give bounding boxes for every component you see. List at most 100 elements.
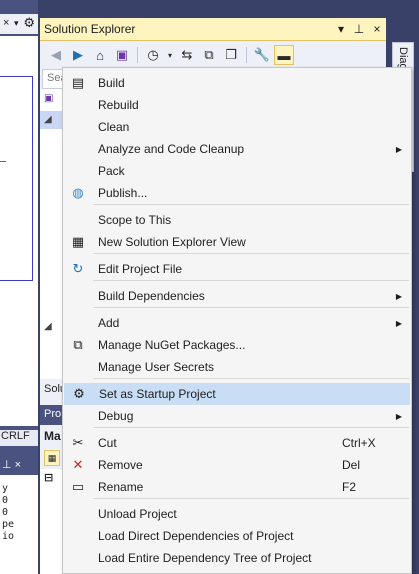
editor-marker (0, 161, 6, 162)
menu-item-load-direct-dependencies-of-project[interactable]: Load Direct Dependencies of Project (64, 525, 410, 547)
forward-icon[interactable]: ▶ (68, 45, 88, 65)
show-all-files-icon[interactable]: ❐ (221, 45, 241, 65)
window-position-icon[interactable]: ▾ (332, 22, 350, 36)
menu-separator (93, 498, 409, 499)
expand-arrow-icon[interactable]: ◢ (44, 321, 52, 332)
output-text: y 0 0 pe io (0, 475, 38, 574)
output-line: io (2, 531, 15, 542)
close-icon[interactable]: × (368, 22, 386, 36)
collapse-all-icon[interactable]: ⧉ (199, 45, 219, 65)
close-icon[interactable]: × (15, 459, 21, 471)
menu-item-build[interactable]: ▤ Build (64, 72, 410, 94)
pin-icon[interactable]: ⊥ (2, 459, 12, 471)
properties-wrench-icon[interactable]: 🔧 (252, 45, 272, 65)
nuget-icon: ⧉ (73, 337, 83, 352)
menu-item-shortcut: Del (342, 458, 361, 472)
home-icon[interactable]: ⌂ (90, 45, 110, 65)
editor-area (0, 36, 38, 426)
menu-item-add[interactable]: Add ▶ (64, 312, 410, 334)
pin-icon[interactable]: ⊥ (350, 22, 368, 36)
solution-explorer-title-bar: Solution Explorer ▾ ⊥ × (40, 18, 386, 41)
back-icon[interactable]: ◀ (46, 45, 66, 65)
dropdown-arrow-icon[interactable]: ▾ (165, 45, 175, 65)
switch-views-icon[interactable]: ▣ (112, 45, 132, 65)
editor-tab-strip: × ▾ ⚙ (0, 14, 38, 34)
solution-icon: ▣ (44, 93, 54, 104)
refresh-icon: ↻ (72, 261, 84, 276)
menu-item-analyze-and-code-cleanup[interactable]: Analyze and Code Cleanup ▶ (64, 138, 410, 160)
pending-changes-icon[interactable]: ◷ (143, 45, 163, 65)
gear-icon[interactable]: ⚙ (23, 15, 35, 31)
menu-item-manage-user-secrets[interactable]: Manage User Secrets (64, 356, 410, 378)
dropdown-arrow-icon[interactable]: ▾ (14, 18, 19, 29)
menu-separator (93, 253, 409, 254)
toolbar-separator (137, 47, 138, 63)
new-view-icon: ▦ (71, 234, 85, 249)
menu-item-manage-nuget-packages[interactable]: ⧉ Manage NuGet Packages... (64, 334, 410, 356)
menu-item-clean[interactable]: Clean (64, 116, 410, 138)
output-panel-header: ⊥ × (0, 455, 38, 475)
menu-item-unload-project[interactable]: Unload Project (64, 503, 410, 525)
menu-item-label: Build Dependencies (98, 289, 205, 303)
menu-item-rename[interactable]: ▭ Rename F2 (64, 476, 410, 498)
submenu-arrow-icon: ▶ (395, 144, 402, 154)
menu-item-label: Publish... (98, 186, 148, 200)
menu-item-scope-to-this[interactable]: Scope to This (64, 209, 410, 231)
menu-item-label: Manage User Secrets (98, 360, 215, 374)
menu-item-shortcut: F2 (342, 480, 357, 494)
menu-item-load-entire-dependency-tree-of-project[interactable]: Load Entire Dependency Tree of Project (64, 547, 410, 569)
menu-item-label: Add (98, 316, 120, 330)
sync-icon[interactable]: ⇆ (177, 45, 197, 65)
categorized-icon[interactable]: ▦ (44, 450, 60, 466)
menu-item-label: Rebuild (98, 98, 139, 112)
toolbar-separator (246, 47, 247, 63)
menu-item-label: Build (98, 76, 125, 90)
menu-item-rebuild[interactable]: Rebuild (64, 94, 410, 116)
menu-item-label: Load Entire Dependency Tree of Project (98, 551, 312, 565)
context-menu: ▤ Build Rebuild Clean Analyze and Code Clean… (62, 67, 412, 574)
menu-item-label: Load Direct Dependencies of Project (98, 529, 294, 543)
menu-item-label: Scope to This (98, 213, 172, 227)
output-line: y (2, 483, 9, 494)
menu-item-label: Edit Project File (98, 262, 183, 276)
output-panel: ⊥ × y 0 0 pe io (0, 455, 38, 574)
menu-item-cut[interactable]: ✂ Cut Ctrl+X (64, 432, 410, 454)
menu-item-new-solution-explorer-view[interactable]: ▦ New Solution Explorer View (64, 231, 410, 253)
menu-item-publish[interactable]: ◍ Publish... (64, 182, 410, 204)
menu-item-debug[interactable]: Debug ▶ (64, 405, 410, 427)
menu-item-label: Pack (98, 164, 125, 178)
solution-explorer-toolbar: ◀ ▶ ⌂ ▣ ◷ ▾ ⇆ ⧉ ❐ 🔧 ▬ (40, 41, 386, 69)
menu-separator (93, 307, 409, 308)
menu-item-label: Cut (98, 436, 117, 450)
menu-item-label: Manage NuGet Packages... (98, 338, 246, 352)
menu-item-edit-project-file[interactable]: ↻ Edit Project File (64, 258, 410, 280)
output-line: 0 (2, 507, 9, 518)
menu-item-remove[interactable]: ✕ Remove Del (64, 454, 410, 476)
rename-icon: ▭ (71, 479, 85, 494)
submenu-arrow-icon: ▶ (395, 291, 402, 301)
menu-item-label: Analyze and Code Cleanup (98, 142, 245, 156)
expand-arrow-icon[interactable]: ◢ (44, 114, 52, 125)
menu-item-pack[interactable]: Pack (64, 160, 410, 182)
menu-item-shortcut: Ctrl+X (342, 436, 376, 450)
menu-item-label: Remove (98, 458, 143, 472)
preview-icon[interactable]: ▬ (274, 45, 294, 65)
menu-item-label: Rename (98, 480, 144, 494)
menu-item-label: New Solution Explorer View (98, 235, 246, 249)
close-icon[interactable]: × (3, 17, 9, 29)
solution-explorer-title: Solution Explorer (44, 22, 136, 36)
output-line: 0 (2, 495, 9, 506)
menu-item-label: Set as Startup Project (99, 387, 216, 401)
menu-separator (93, 280, 409, 281)
menu-item-build-dependencies[interactable]: Build Dependencies ▶ (64, 285, 410, 307)
submenu-arrow-icon: ▶ (395, 318, 402, 328)
menu-item-label: Debug (98, 409, 134, 423)
submenu-arrow-icon: ▶ (395, 411, 402, 421)
menu-separator (93, 427, 409, 428)
globe-icon: ◍ (72, 185, 84, 200)
menu-item-set-as-startup-project[interactable]: ⚙ Set as Startup Project (64, 383, 410, 405)
menu-separator (93, 378, 409, 379)
output-line: pe (2, 519, 15, 530)
scissors-icon: ✂ (72, 435, 84, 450)
line-ending-status[interactable]: CRLF (0, 430, 38, 446)
